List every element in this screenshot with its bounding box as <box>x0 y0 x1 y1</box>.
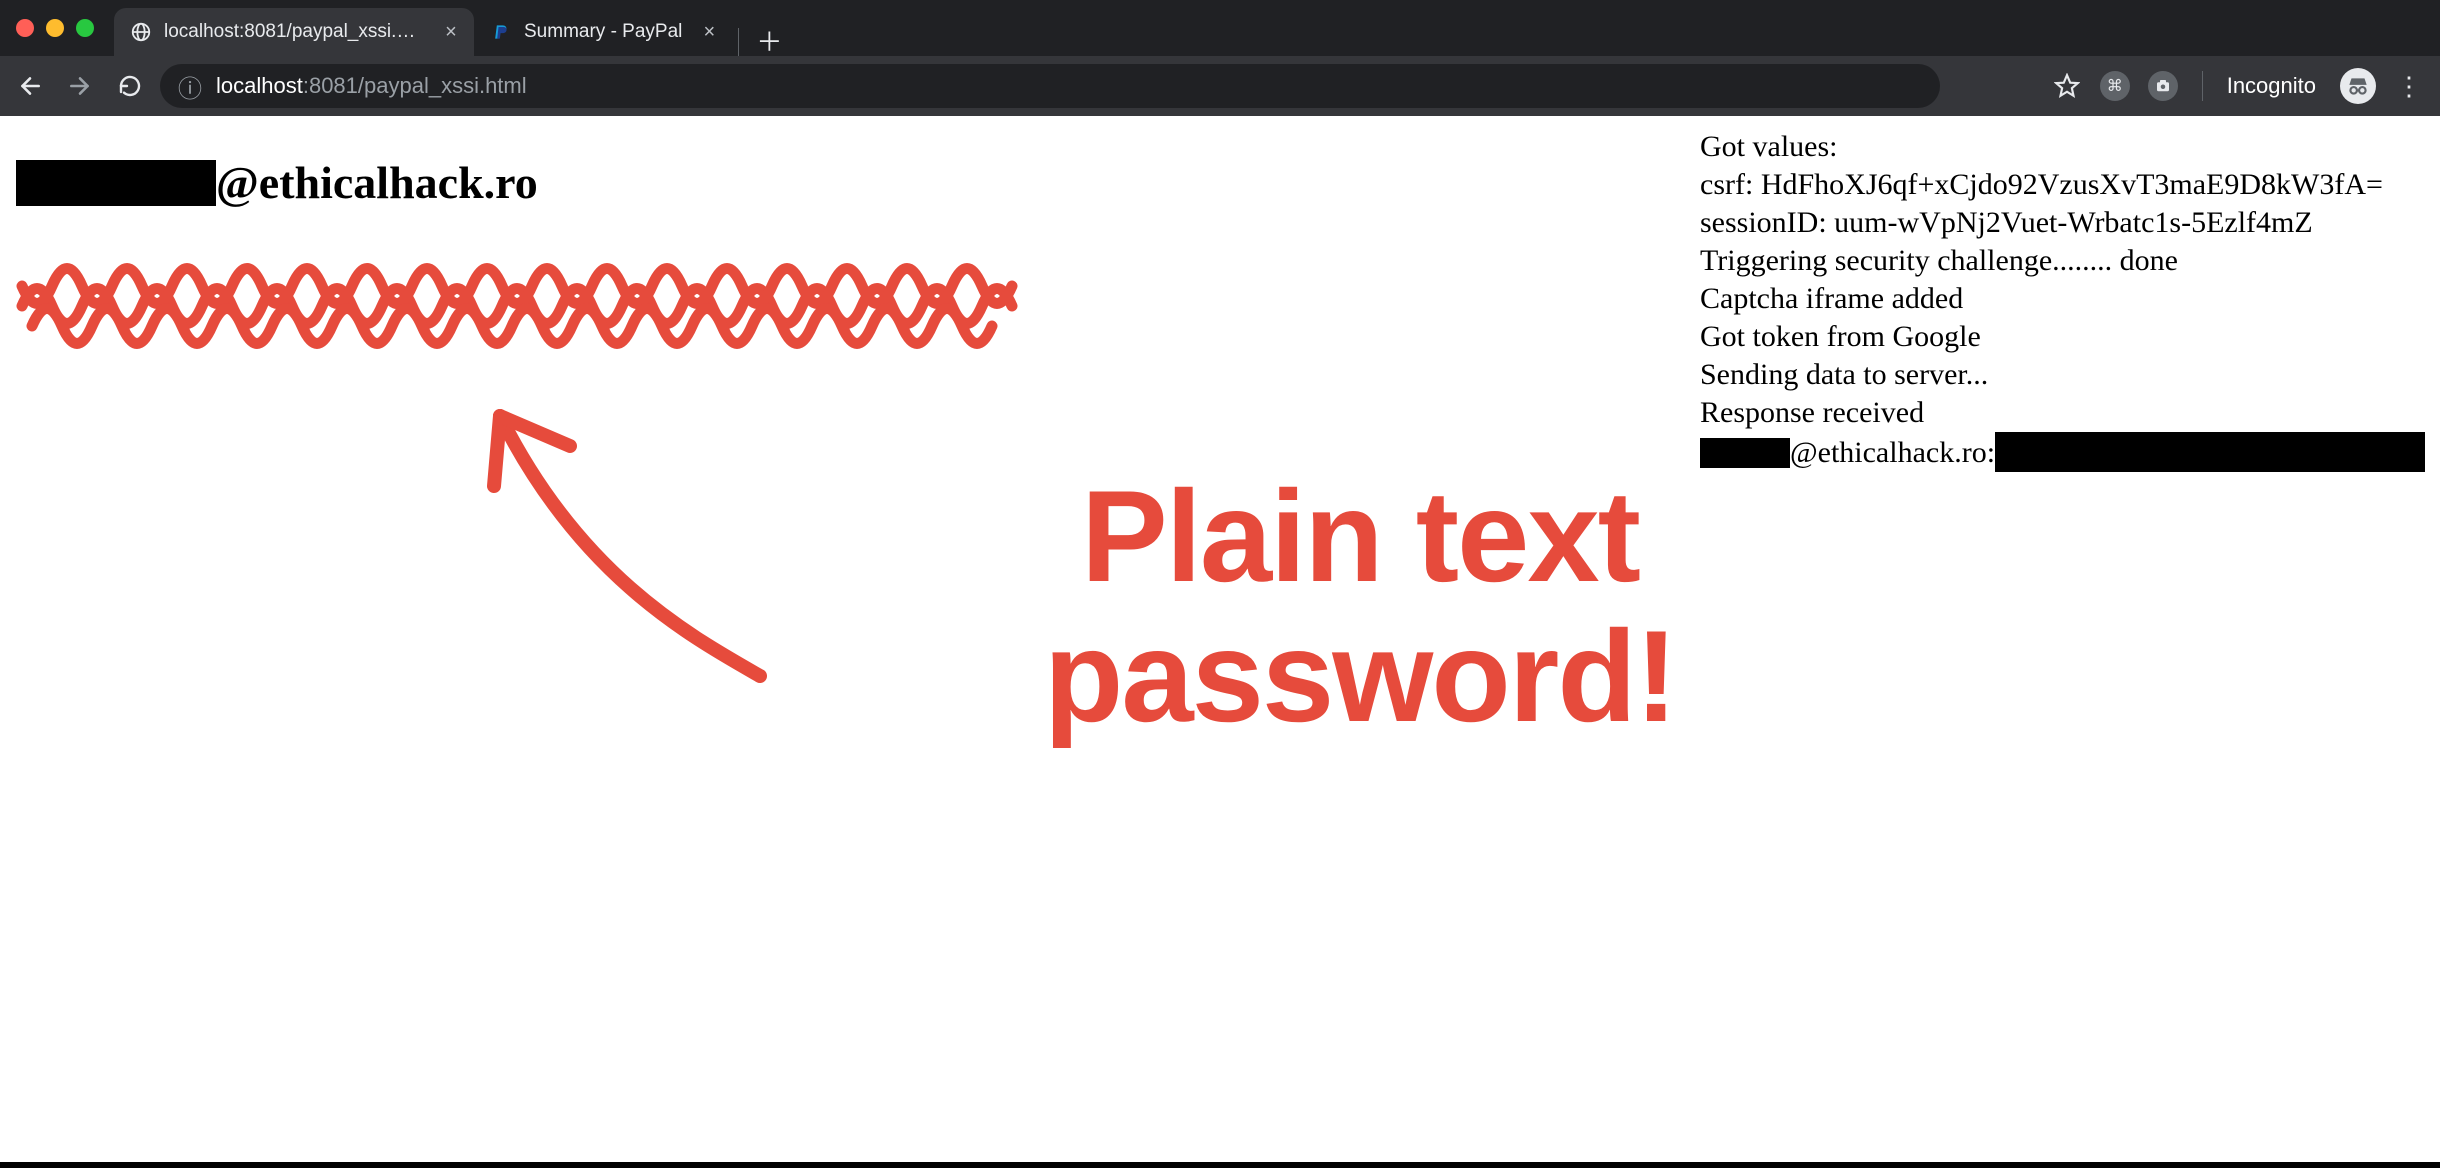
log-line: Got token from Google <box>1700 318 2420 356</box>
log-label: csrf: <box>1700 168 1761 201</box>
incognito-icon[interactable] <box>2340 68 2376 104</box>
redaction-block <box>1700 438 1790 468</box>
tab-title: localhost:8081/paypal_xssi.html <box>164 21 424 43</box>
result-email-domain: @ethicalhack.ro: <box>1790 436 1995 469</box>
window-controls <box>16 19 94 37</box>
log-line: Sending data to server... <box>1700 356 2420 394</box>
url-path: :8081/paypal_xssi.html <box>303 73 527 98</box>
exploit-log: Got values: csrf: HdFhoXJ6qf+xCjdo92Vzus… <box>1700 128 2420 472</box>
toolbar-divider <box>2202 71 2203 101</box>
annotation-line-1: Plain text <box>1081 463 1639 609</box>
log-line: Captcha iframe added <box>1700 280 2420 318</box>
forward-button[interactable] <box>60 66 100 106</box>
page-bottom-border <box>0 1162 2440 1168</box>
globe-icon <box>130 21 152 43</box>
tab-title: Summary - PayPal <box>524 21 682 43</box>
url-text: localhost:8081/paypal_xssi.html <box>216 73 527 99</box>
extension-icon-1[interactable]: ⌘ <box>2100 71 2130 101</box>
extension-icon-2[interactable] <box>2148 71 2178 101</box>
redaction-block <box>16 160 216 206</box>
paypal-icon <box>490 21 512 43</box>
window-maximize-button[interactable] <box>76 19 94 37</box>
redaction-block <box>1995 432 2425 472</box>
site-info-icon[interactable]: ⓘ <box>178 69 202 104</box>
tab-divider <box>738 28 739 56</box>
tab-close-button[interactable]: × <box>700 23 718 41</box>
new-tab-button[interactable]: ＋ <box>753 24 785 56</box>
arrow-annotation <box>460 376 800 696</box>
tab-close-button[interactable]: × <box>442 23 460 41</box>
annotation-line-2: password! <box>860 606 1860 746</box>
page-viewport: @ethicalhack.ro Got values: csrf: HdFhoX… <box>0 116 2440 1162</box>
tab-localhost[interactable]: localhost:8081/paypal_xssi.html × <box>114 8 474 56</box>
annotation-callout: Plain text password! <box>860 466 1860 747</box>
reload-button[interactable] <box>110 66 150 106</box>
log-line: sessionID: uum-wVpNj2Vuet-Wrbatc1s-5Ezlf… <box>1700 204 2420 242</box>
leaked-email-heading: @ethicalhack.ro <box>16 156 538 209</box>
log-line: Triggering security challenge........ do… <box>1700 242 2420 280</box>
tab-paypal[interactable]: Summary - PayPal × <box>474 8 732 56</box>
window-minimize-button[interactable] <box>46 19 64 37</box>
log-line: csrf: HdFhoXJ6qf+xCjdo92VzusXvT3maE9D8kW… <box>1700 166 2420 204</box>
email-domain-text: @ethicalhack.ro <box>216 156 538 209</box>
log-label: sessionID: <box>1700 206 1834 239</box>
log-line: Got values: <box>1700 128 2420 166</box>
log-value: HdFhoXJ6qf+xCjdo92VzusXvT3maE9D8kW3fA= <box>1761 168 2383 201</box>
chrome-menu-button[interactable]: ⋮ <box>2394 71 2424 102</box>
address-bar[interactable]: ⓘ localhost:8081/paypal_xssi.html <box>160 64 1940 108</box>
toolbar: ⓘ localhost:8081/paypal_xssi.html ⌘ Inco… <box>0 56 2440 116</box>
browser-chrome: localhost:8081/paypal_xssi.html × Summar… <box>0 0 2440 116</box>
incognito-label: Incognito <box>2227 73 2316 99</box>
tab-strip: localhost:8081/paypal_xssi.html × Summar… <box>114 0 785 56</box>
bookmark-star-icon[interactable] <box>2052 71 2082 101</box>
info-icon: ⓘ <box>178 69 202 104</box>
log-line: Response received <box>1700 394 2420 432</box>
toolbar-right: ⌘ Incognito ⋮ <box>2052 68 2424 104</box>
url-host: localhost <box>216 73 303 98</box>
titlebar: localhost:8081/paypal_xssi.html × Summar… <box>0 0 2440 56</box>
back-button[interactable] <box>10 66 50 106</box>
password-scribble-annotation <box>12 246 1032 366</box>
log-value: uum-wVpNj2Vuet-Wrbatc1s-5Ezlf4mZ <box>1834 206 2313 239</box>
window-close-button[interactable] <box>16 19 34 37</box>
